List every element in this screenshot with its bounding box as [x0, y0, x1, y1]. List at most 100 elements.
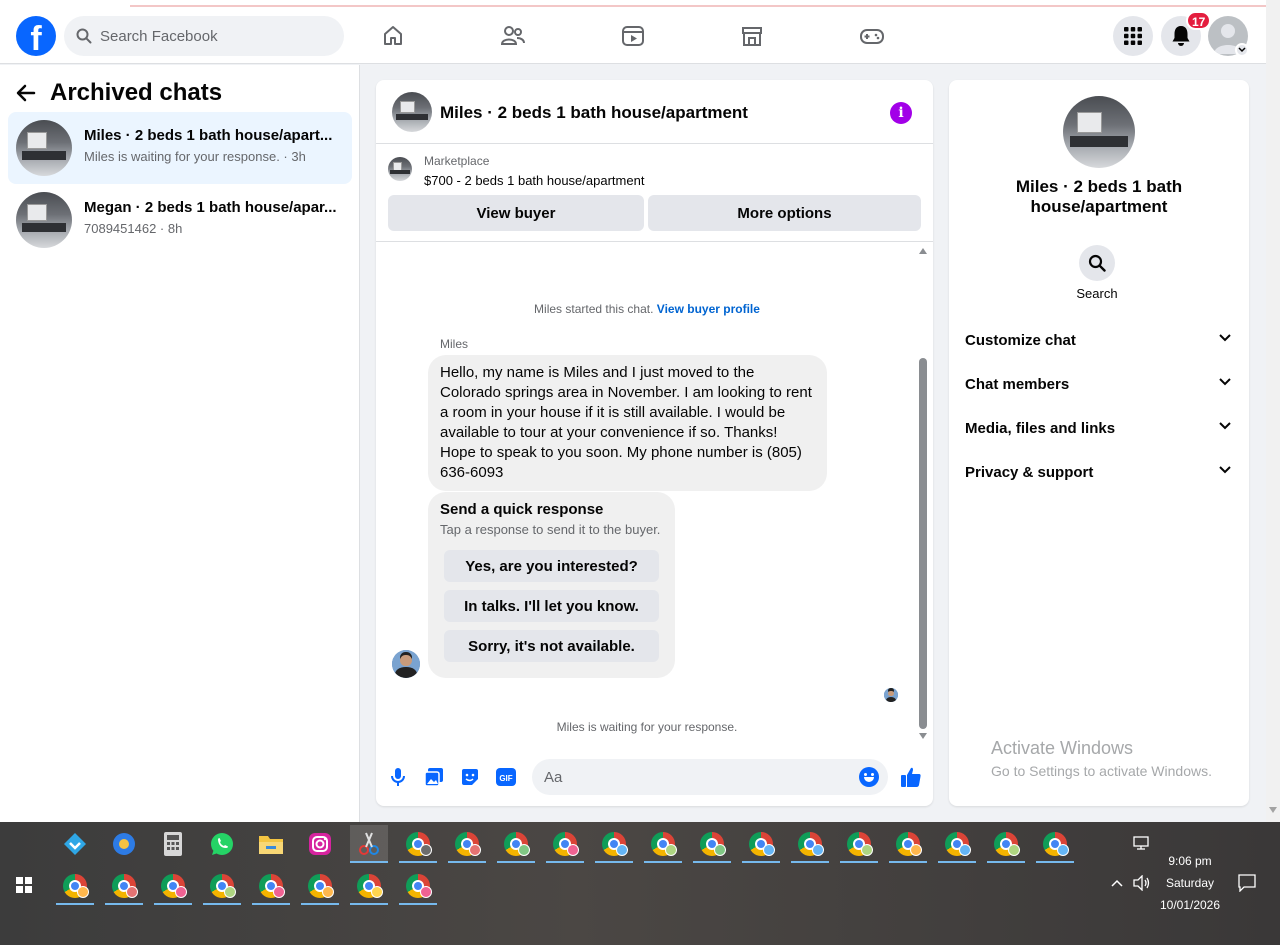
clock-day[interactable]: Saturday [1155, 876, 1225, 890]
scroll-up-arrow-icon[interactable] [919, 248, 927, 254]
search-input[interactable] [100, 16, 330, 56]
search-in-conversation-button[interactable] [1079, 245, 1115, 281]
taskbar-file-explorer-icon[interactable] [252, 825, 290, 863]
details-thumbnail[interactable] [1063, 96, 1135, 168]
gaming-icon[interactable] [854, 18, 890, 54]
thumbs-up-icon[interactable] [899, 765, 923, 789]
media-files-links-section[interactable]: Media, files and links [957, 407, 1241, 451]
message-bubble[interactable]: Hello, my name is Miles and I just moved… [428, 355, 827, 491]
taskbar-chrome-window-icon[interactable] [399, 867, 437, 905]
taskbar-chrome-window-icon[interactable] [840, 825, 878, 863]
taskbar-chrome-window-icon[interactable] [644, 825, 682, 863]
waiting-notice: Miles is waiting for your response. [556, 720, 738, 734]
scroll-down-arrow-icon[interactable] [1269, 807, 1277, 813]
sticker-icon[interactable] [458, 765, 482, 789]
taskbar-chrome-window-icon[interactable] [252, 867, 290, 905]
search-icon [1088, 254, 1106, 272]
taskbar-browser-icon[interactable] [105, 825, 143, 863]
privacy-support-section[interactable]: Privacy & support [957, 451, 1241, 495]
activate-windows-subtitle: Go to Settings to activate Windows. [991, 763, 1212, 779]
section-label: Privacy & support [965, 464, 1094, 481]
video-icon[interactable] [615, 18, 651, 54]
emoji-icon[interactable] [859, 767, 879, 787]
chevron-down-icon[interactable] [1235, 43, 1249, 57]
view-buyer-profile-link[interactable]: View buyer profile [657, 302, 760, 316]
clock-time[interactable]: 9:06 pm [1155, 854, 1225, 868]
listing-thumbnail [388, 157, 412, 181]
chat-list-item-megan[interactable]: Megan · 2 beds 1 bath house/apar... 7089… [8, 184, 352, 256]
taskbar-chrome-window-icon[interactable] [497, 825, 535, 863]
message-input-wrapper[interactable] [532, 759, 888, 795]
page-title: Archived chats [50, 79, 223, 106]
taskbar-chrome-window-icon[interactable] [693, 825, 731, 863]
quick-response-button[interactable]: Sorry, it's not available. [444, 630, 659, 662]
listing-title[interactable]: $700 - 2 beds 1 bath house/apartment [424, 173, 644, 188]
message-input[interactable] [544, 759, 844, 795]
conversation-thumbnail[interactable] [392, 92, 432, 132]
taskbar-chrome-window-icon[interactable] [938, 825, 976, 863]
scroll-down-arrow-icon[interactable] [919, 733, 927, 739]
conversation-details-panel: Miles · 2 beds 1 bath house/apartment Se… [949, 80, 1249, 806]
taskbar-snipping-tool-icon[interactable] [350, 825, 388, 863]
page-scrollbar[interactable] [1266, 0, 1280, 822]
sender-avatar[interactable] [392, 650, 420, 678]
taskbar-chrome-window-icon[interactable] [987, 825, 1025, 863]
chat-list-item-miles[interactable]: Miles · 2 beds 1 bath house/apart... Mil… [8, 112, 352, 184]
more-options-button[interactable]: More options [648, 195, 921, 231]
conversation-title[interactable]: Miles · 2 beds 1 bath house/apartment [440, 103, 748, 123]
chevron-down-icon [1219, 422, 1231, 430]
taskbar-chrome-window-icon[interactable] [301, 867, 339, 905]
back-arrow-icon[interactable] [16, 83, 36, 103]
page-loading-strip [0, 0, 1266, 8]
taskbar-instagram-icon[interactable] [301, 825, 339, 863]
facebook-logo[interactable]: f [16, 16, 56, 56]
thread-scrollbar[interactable] [916, 243, 929, 743]
quick-response-button[interactable]: Yes, are you interested? [444, 550, 659, 582]
chevron-down-icon [1219, 334, 1231, 342]
taskbar-chrome-window-icon[interactable] [889, 825, 927, 863]
microphone-icon[interactable] [386, 765, 410, 789]
archived-chats-sidebar: Archived chats Miles · 2 beds 1 bath hou… [0, 65, 360, 822]
taskbar-whatsapp-icon[interactable] [203, 825, 241, 863]
gif-icon[interactable]: GIF [494, 765, 518, 789]
conversation-header: Miles · 2 beds 1 bath house/apartment i [376, 80, 933, 144]
taskbar-chrome-window-icon[interactable] [791, 825, 829, 863]
taskbar-chrome-window-icon[interactable] [1036, 825, 1074, 863]
quick-response-button[interactable]: In talks. I'll let you know. [444, 590, 659, 622]
marketplace-icon[interactable] [734, 18, 770, 54]
friends-icon[interactable] [495, 18, 531, 54]
customize-chat-section[interactable]: Customize chat [957, 319, 1241, 363]
scrollbar-thumb[interactable] [919, 358, 927, 729]
svg-text:GIF: GIF [499, 774, 512, 783]
quick-response-subtitle: Tap a response to send it to the buyer. [440, 522, 661, 537]
sidebar-header: Archived chats [16, 75, 222, 111]
taskbar-chrome-window-icon[interactable] [203, 867, 241, 905]
clock-date[interactable]: 10/01/2026 [1155, 898, 1225, 912]
taskbar-chrome-window-icon[interactable] [546, 825, 584, 863]
windows-start-icon[interactable] [16, 877, 32, 893]
taskbar-chrome-window-icon[interactable] [350, 867, 388, 905]
taskbar-chrome-window-icon[interactable] [399, 825, 437, 863]
seen-indicator-avatar [884, 688, 898, 702]
taskbar-chrome-window-icon[interactable] [105, 867, 143, 905]
taskbar-chrome-window-icon[interactable] [595, 825, 633, 863]
taskbar-chrome-window-icon[interactable] [448, 825, 486, 863]
action-center-icon[interactable] [1228, 864, 1266, 902]
chat-list-preview: Miles is waiting for your response. · 3h [84, 149, 306, 164]
chat-members-section[interactable]: Chat members [957, 363, 1241, 407]
photo-icon[interactable] [422, 765, 446, 789]
activate-windows-title: Activate Windows [991, 738, 1134, 758]
taskbar-chrome-window-icon[interactable] [56, 867, 94, 905]
quick-response-title: Send a quick response [440, 501, 604, 518]
taskbar-calculator-icon[interactable] [154, 825, 192, 863]
chat-list-preview: 7089451462 · 8h [84, 221, 183, 236]
taskbar-chrome-window-icon[interactable] [742, 825, 780, 863]
home-icon[interactable] [375, 18, 411, 54]
menu-button[interactable] [1113, 16, 1153, 56]
taskbar-app-store-icon[interactable] [56, 825, 94, 863]
info-icon[interactable]: i [890, 102, 912, 124]
search-box[interactable] [64, 16, 344, 56]
chevron-down-icon [1219, 466, 1231, 474]
taskbar-chrome-window-icon[interactable] [154, 867, 192, 905]
view-buyer-button[interactable]: View buyer [388, 195, 644, 231]
